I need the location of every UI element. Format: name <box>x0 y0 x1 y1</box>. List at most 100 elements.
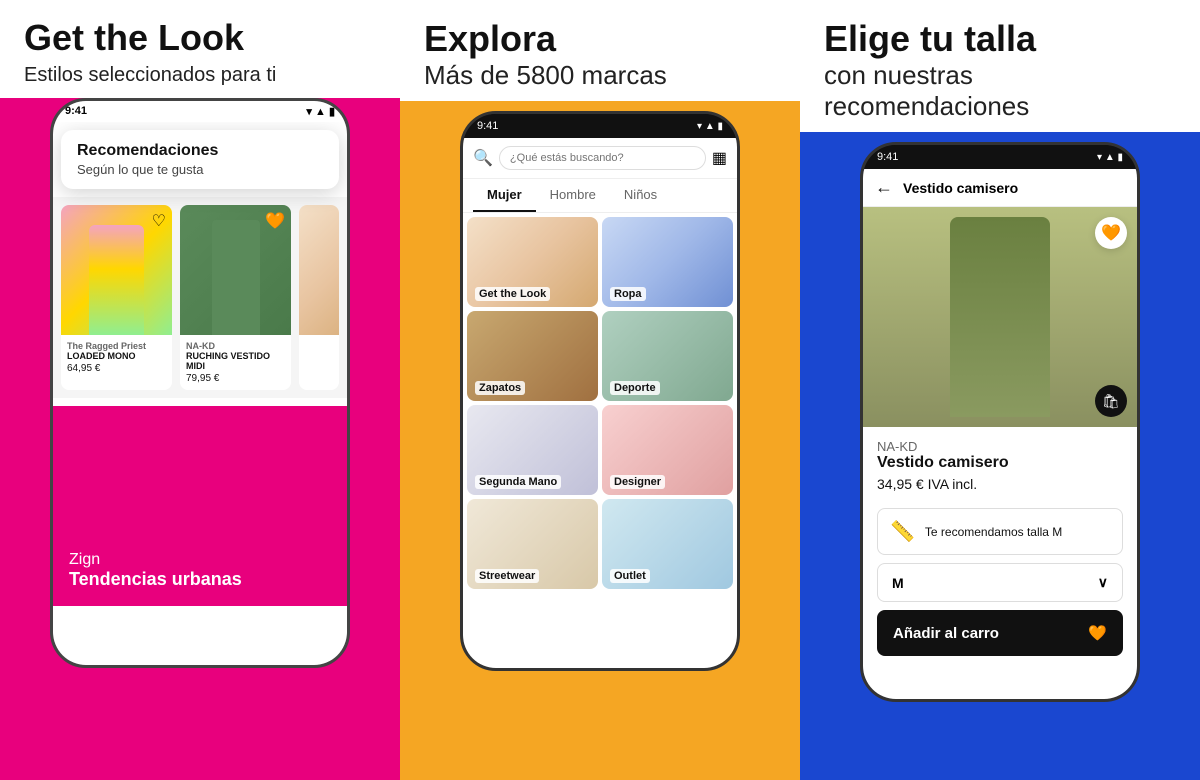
cat-outlet[interactable]: Outlet <box>602 499 733 589</box>
barcode-icon[interactable]: ▦ <box>712 148 727 168</box>
col2-subtitle: Más de 5800 marcas <box>424 60 776 91</box>
phone3-time: 9:41 <box>877 151 898 163</box>
product-nav: ← Vestido camisero <box>863 169 1137 207</box>
tab-mujer[interactable]: Mujer <box>473 179 536 212</box>
product-price-1: 64,95 € <box>67 363 166 374</box>
cat-label-ropa: Ropa <box>610 287 646 301</box>
cat-designer[interactable]: Designer <box>602 405 733 495</box>
product-img-2: 🧡 <box>180 205 291 335</box>
phone2-frame: 9:41 ▾ ▲ ▮ 🔍 ▦ Mujer Hombre Niños <box>460 111 740 671</box>
selected-size: M <box>892 575 904 591</box>
phone3-status: 9:41 ▾ ▲ ▮ <box>863 145 1137 169</box>
trend-tagline: Tendencias urbanas <box>69 569 242 590</box>
product-page-title: Vestido camisero <box>903 180 1018 196</box>
model-figure-2 <box>212 220 260 335</box>
product-name-2: RUCHING VESTIDO MIDI <box>186 351 285 371</box>
cat-zapatos[interactable]: Zapatos <box>467 311 598 401</box>
column-talla: Elige tu talla con nuestras recomendacio… <box>800 0 1200 780</box>
size-rec-text: Te recomendamos talla M <box>925 525 1062 539</box>
cat-label-segunda: Segunda Mano <box>475 475 561 489</box>
cat-deporte[interactable]: Deporte <box>602 311 733 401</box>
cat-streetwear[interactable]: Streetwear <box>467 499 598 589</box>
product-brand-2: NA-KD <box>186 341 285 351</box>
model-silhouette <box>950 217 1050 417</box>
product-img-1: ♡ <box>61 205 172 335</box>
cat-label-getlook: Get the Look <box>475 287 550 301</box>
phone1-frame: 9:41 ▾ ▲ ▮ Recomendaciones Según lo que … <box>50 98 350 668</box>
cat-segunda-mano[interactable]: Segunda Mano <box>467 405 598 495</box>
col1-phone-area: 9:41 ▾ ▲ ▮ Recomendaciones Según lo que … <box>0 98 400 780</box>
category-grid: Get the Look Ropa Zapatos Deporte Segund… <box>463 213 737 593</box>
search-bar: 🔍 ▦ <box>463 138 737 179</box>
cat-label-designer: Designer <box>610 475 665 489</box>
column-explora: Explora Más de 5800 marcas 9:41 ▾ ▲ ▮ 🔍 … <box>400 0 800 780</box>
phone1-icons: ▾ ▲ ▮ <box>306 105 335 118</box>
col3-phone-area: 9:41 ▾ ▲ ▮ ← Vestido camisero 🧡 <box>800 132 1200 780</box>
bag-icon: 🛍 <box>1102 393 1120 410</box>
phone2-status: 9:41 ▾ ▲ ▮ <box>463 114 737 138</box>
col2-header: Explora Más de 5800 marcas <box>400 0 800 101</box>
model-figure-1 <box>89 225 144 335</box>
column-get-the-look: Get the Look Estilos seleccionados para … <box>0 0 400 780</box>
add-to-cart-button[interactable]: Añadir al carro 🧡 <box>877 610 1123 656</box>
phone3-frame: 9:41 ▾ ▲ ▮ ← Vestido camisero 🧡 <box>860 142 1140 702</box>
phone1-content: Recomendaciones Según lo que te gusta ♡ … <box>53 122 347 668</box>
col1-title: Get the Look <box>24 18 376 58</box>
phone3-body: ← Vestido camisero 🧡 🛍 <box>863 169 1137 702</box>
product-brand: NA-KD <box>877 439 1123 454</box>
chevron-down-icon: ∨ <box>1098 574 1108 591</box>
product-full-name: Vestido camisero <box>877 454 1123 472</box>
search-icon: 🔍 <box>473 148 493 168</box>
col3-title: Elige tu talla <box>824 18 1176 60</box>
col3-header: Elige tu talla con nuestras recomendacio… <box>800 0 1200 132</box>
cat-label-street: Streetwear <box>475 569 539 583</box>
popup-subtitle: Según lo que te gusta <box>77 162 323 177</box>
category-tabs: Mujer Hombre Niños <box>463 179 737 213</box>
recommendation-popup: Recomendaciones Según lo que te gusta <box>61 130 339 189</box>
trend-label: Zign Tendencias urbanas <box>69 551 242 590</box>
search-input[interactable] <box>499 146 706 170</box>
popup-title: Recomendaciones <box>77 142 323 160</box>
product-heart-1[interactable]: ♡ <box>152 211 166 231</box>
size-selector[interactable]: M ∨ <box>877 563 1123 602</box>
trend-section: Zign Tendencias urbanas <box>53 406 347 606</box>
phone2-icons: ▾ ▲ ▮ <box>697 121 723 132</box>
product-card-3[interactable] <box>299 205 339 390</box>
cat-get-the-look[interactable]: Get the Look <box>467 217 598 307</box>
product-name-1: LOADED MONO <box>67 351 166 361</box>
product-details: NA-KD Vestido camisero 34,95 € IVA incl. <box>863 427 1137 500</box>
phone1-status: 9:41 ▾ ▲ ▮ <box>53 101 347 122</box>
cat-label-deporte: Deporte <box>610 381 660 395</box>
product-info-1: The Ragged Priest LOADED MONO 64,95 € <box>61 335 172 380</box>
product-card-2[interactable]: 🧡 NA-KD RUCHING VESTIDO MIDI 79,95 € <box>180 205 291 390</box>
add-to-cart-label: Añadir al carro <box>893 625 999 642</box>
size-recommendation: 📏 Te recomendamos talla M <box>877 508 1123 555</box>
col3-subtitle: con nuestras recomendaciones <box>824 60 1176 122</box>
product-info-2: NA-KD RUCHING VESTIDO MIDI 79,95 € <box>180 335 291 390</box>
trend-brand: Zign <box>69 551 242 569</box>
product-card-1[interactable]: ♡ The Ragged Priest LOADED MONO 64,95 € <box>61 205 172 390</box>
col2-phone-area: 9:41 ▾ ▲ ▮ 🔍 ▦ Mujer Hombre Niños <box>400 101 800 780</box>
add-to-cart-heart: 🧡 <box>1088 624 1107 642</box>
cat-ropa[interactable]: Ropa <box>602 217 733 307</box>
product-image: 🧡 🛍 <box>863 207 1137 427</box>
product-heart-2[interactable]: 🧡 <box>265 211 285 231</box>
product-price-2: 79,95 € <box>186 373 285 384</box>
tab-hombre[interactable]: Hombre <box>536 179 610 212</box>
phone1-time: 9:41 <box>65 105 87 117</box>
phone2-body: 🔍 ▦ Mujer Hombre Niños Get the Look R <box>463 138 737 671</box>
col1-subtitle: Estilos seleccionados para ti <box>24 62 376 88</box>
ruler-icon: 📏 <box>890 519 915 544</box>
col2-title: Explora <box>424 18 776 60</box>
product-grid: ♡ The Ragged Priest LOADED MONO 64,95 € <box>53 197 347 398</box>
product-price: 34,95 € IVA incl. <box>877 476 1123 492</box>
tab-ninos[interactable]: Niños <box>610 179 671 212</box>
cat-label-outlet: Outlet <box>610 569 650 583</box>
col1-header: Get the Look Estilos seleccionados para … <box>0 0 400 98</box>
back-button[interactable]: ← <box>875 177 893 198</box>
phone2-time: 9:41 <box>477 120 498 132</box>
heart-filled-icon: 🧡 <box>1101 223 1121 243</box>
product-brand-1: The Ragged Priest <box>67 341 166 351</box>
product-img-3 <box>299 205 339 335</box>
phone3-icons: ▾ ▲ ▮ <box>1097 152 1123 163</box>
